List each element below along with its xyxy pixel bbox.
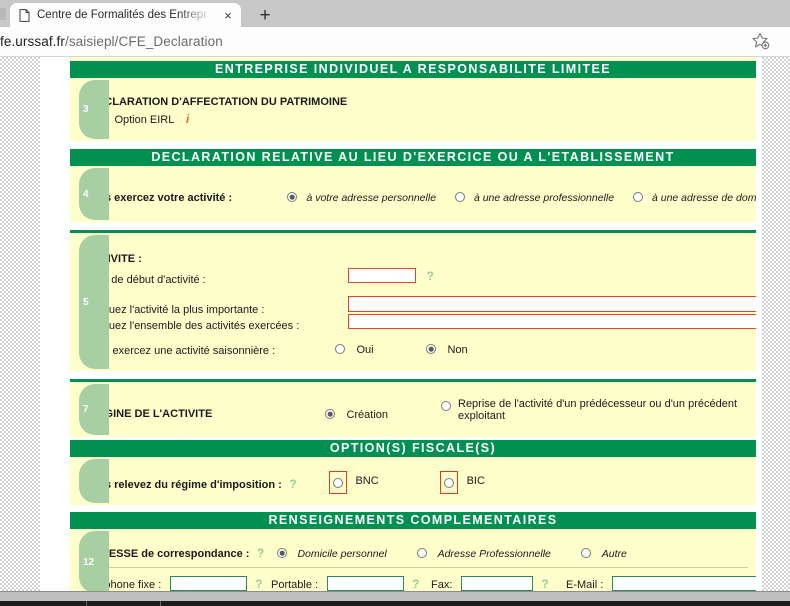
radio-autre-label: Autre — [601, 548, 627, 560]
section-fiscale-body: Vous relevez du régime d'imposition : ? … — [70, 457, 756, 505]
section-lieu-body: 4 Vous exercez votre activité : à votre … — [70, 166, 756, 222]
browser-tab[interactable]: Centre de Formalités des Entrepr × — [10, 3, 241, 27]
radio-creation-label: Création — [346, 409, 389, 421]
radio-bic-label: BIC — [466, 475, 485, 487]
telephone-fixe-help-icon[interactable]: ? — [255, 577, 262, 591]
page-icon — [19, 8, 30, 22]
url-bar[interactable]: fe.urssaf.fr/saisiepl/CFE_Declaration — [0, 27, 790, 57]
fax-input[interactable] — [460, 576, 533, 591]
radio-saisonniere-non-label: Non — [447, 344, 468, 356]
section-activite-body: 5 ACTIVITE : Date de début d'activité : … — [70, 233, 756, 371]
page-viewport: ENTREPRISE INDIVIDUEL A RESPONSABILITE L… — [0, 57, 790, 591]
section-origine-body: 7 ORIGINE DE L'ACTIVITE Création Reprise… — [70, 382, 756, 437]
activite-principale-label: Indiquez l'activité la plus importante : — [85, 304, 265, 316]
star-plus-icon[interactable] — [750, 31, 770, 56]
activites-ensemble-input[interactable] — [348, 314, 756, 329]
radio-bic-box[interactable] — [440, 471, 459, 494]
gap-1 — [40, 141, 756, 149]
portable-label: Portable : — [271, 579, 319, 591]
radio-bnc-label: BNC — [355, 475, 379, 487]
fax-help-icon[interactable]: ? — [541, 577, 548, 591]
url-path: /saisiepl/CFE_Declaration — [64, 34, 223, 49]
section-renseignements: RENSEIGNEMENTS COMPLEMENTAIRES 12 ADRESS… — [40, 512, 756, 591]
radio-adresse-pro[interactable] — [417, 548, 428, 558]
step-badge-3: 3 — [79, 80, 109, 139]
url-text: fe.urssaf.fr/saisiepl/CFE_Declaration — [0, 34, 223, 49]
radio-domicile-personnel[interactable] — [277, 548, 287, 558]
radio-adresse-domiciliation-label: à une adresse de domiciliation — [651, 192, 756, 204]
step-badge-4: 4 — [79, 168, 109, 220]
radio-adresse-professionnelle-label: à une adresse professionnelle — [473, 192, 615, 204]
url-host: fe.urssaf.fr — [0, 34, 65, 49]
tab-strip: Centre de Formalités des Entrepr × + — [0, 0, 790, 27]
radio-domicile-personnel-label: Domicile personnel — [297, 548, 387, 560]
form-sheet: ENTREPRISE INDIVIDUEL A RESPONSABILITE L… — [40, 57, 756, 591]
radio-reprise-label: Reprise de l'activité d'un prédécesseur … — [458, 398, 738, 422]
info-icon[interactable]: i — [186, 112, 189, 126]
tab-title: Centre de Formalités des Entrepr — [37, 9, 208, 21]
date-debut-help-icon[interactable]: ? — [426, 269, 433, 283]
section-eirl-header: ENTREPRISE INDIVIDUEL A RESPONSABILITE L… — [70, 61, 756, 78]
taskbar-sep-1 — [86, 601, 87, 606]
taskbar — [0, 591, 790, 606]
taskbar-sep-2 — [160, 601, 161, 606]
radio-reprise[interactable] — [441, 401, 451, 411]
email-input[interactable] — [611, 576, 756, 591]
adresse-correspondance-label: ADRESSE de correspondance : — [85, 548, 250, 560]
radio-saisonniere-oui[interactable] — [335, 344, 345, 354]
section-fiscale-help-icon[interactable]: ? — [289, 477, 296, 491]
activite-saisonniere-label: Vous exercez une activité saisonnière : — [85, 345, 276, 357]
section-origine: 7 ORIGINE DE L'ACTIVITE Création Reprise… — [40, 379, 756, 437]
portable-input[interactable] — [326, 576, 404, 591]
radio-adresse-domiciliation[interactable] — [632, 192, 643, 202]
step-badge-5: 5 — [79, 235, 109, 369]
section-fiscale-question: Vous relevez du régime d'imposition : — [85, 479, 282, 491]
email-label: E-Mail : — [566, 579, 604, 591]
gap-3 — [40, 371, 756, 379]
radio-adresse-professionnelle[interactable] — [454, 192, 465, 202]
option-eirl-label: Option EIRL — [114, 114, 175, 126]
section-eirl: ENTREPRISE INDIVIDUEL A RESPONSABILITE L… — [40, 61, 756, 141]
step-badge-12: 12 — [79, 531, 109, 591]
section-activite: 5 ACTIVITE : Date de début d'activité : … — [40, 230, 756, 371]
taskbar-strip — [0, 601, 790, 606]
adresse-correspondance-help-icon[interactable]: ? — [257, 546, 264, 560]
radio-creation[interactable] — [325, 409, 335, 419]
section-lieu: DECLARATION RELATIVE AU LIEU D'EXERCICE … — [40, 149, 756, 222]
radio-bnc-box[interactable] — [329, 471, 347, 494]
step-badge-7: 7 — [79, 384, 109, 435]
section-renseignements-body: 12 ADRESSE de correspondance : ? Domicil… — [70, 529, 756, 591]
section-fiscale-header: OPTION(S) FISCALE(S) — [70, 440, 756, 457]
section-fiscale: OPTION(S) FISCALE(S) Vous relevez du rég… — [40, 440, 756, 505]
close-icon[interactable]: × — [221, 9, 235, 22]
section-eirl-subtitle: DECLARATION D'AFFECTATION DU PATRIMOINE — [89, 96, 348, 108]
step-badge-fiscale — [79, 459, 109, 503]
gap-2 — [40, 222, 756, 230]
telephone-fixe-input[interactable] — [169, 576, 247, 591]
radio-autre[interactable] — [581, 548, 592, 558]
radio-saisonniere-oui-label: Oui — [356, 344, 374, 356]
gap-5 — [40, 505, 756, 512]
new-tab-button[interactable]: + — [250, 3, 280, 27]
radio-bnc[interactable] — [333, 478, 343, 488]
activite-principale-select[interactable] — [348, 296, 756, 312]
section-divider — [79, 567, 748, 568]
radio-saisonniere-non[interactable] — [426, 344, 437, 354]
section-lieu-header: DECLARATION RELATIVE AU LIEU D'EXERCICE … — [70, 149, 756, 166]
section-renseignements-header: RENSEIGNEMENTS COMPLEMENTAIRES — [70, 512, 756, 529]
browser-window: Centre de Formalités des Entrepr × + fe.… — [0, 0, 790, 606]
radio-adresse-pro-label: Adresse Professionnelle — [437, 548, 551, 560]
date-debut-input[interactable] — [348, 268, 416, 283]
radio-adresse-personnelle-label: à votre adresse personnelle — [306, 192, 437, 204]
activites-ensemble-label: Indiquez l'ensemble des activités exercé… — [85, 320, 300, 332]
radio-adresse-personnelle[interactable] — [287, 192, 297, 202]
fax-label: Fax: — [431, 579, 453, 591]
form-page: ENTREPRISE INDIVIDUEL A RESPONSABILITE L… — [22, 57, 756, 591]
radio-bic[interactable] — [444, 478, 455, 488]
portable-help-icon[interactable]: ? — [412, 577, 419, 591]
section-eirl-body: 3 DECLARATION D'AFFECTATION DU PATRIMOIN… — [70, 78, 756, 141]
